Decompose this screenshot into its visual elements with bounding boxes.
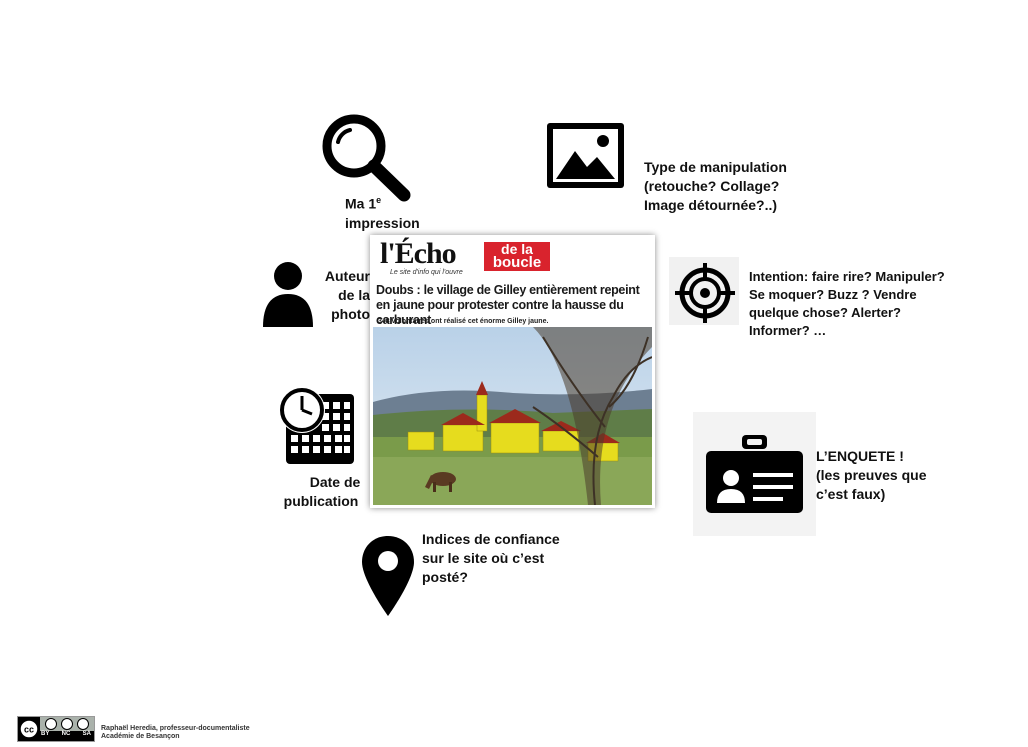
investigation-label: L’ENQUETE ! (les preuves que c’est faux) bbox=[816, 448, 927, 502]
first-impression-label: Ma 1e impression bbox=[345, 195, 420, 231]
creative-commons-badge: cc bbox=[17, 716, 95, 742]
calendar-clock-icon bbox=[279, 387, 354, 464]
date-label: Date de publication bbox=[283, 474, 361, 509]
author-credit: Raphaël Heredia, professeur-documentalis… bbox=[101, 725, 250, 740]
cc-tags: BY NC SA bbox=[41, 731, 91, 737]
newspaper-logo: l'Écho bbox=[380, 237, 457, 270]
newspaper-logo-box: de la boucle bbox=[484, 242, 550, 271]
cc-tag-by: BY bbox=[41, 731, 50, 737]
trust-label: Indices de confiance sur le site où c’es… bbox=[422, 531, 560, 585]
target-icon bbox=[675, 263, 735, 323]
map-pin-icon bbox=[362, 536, 414, 616]
newspaper-tagline: Le site d'info qui l'ouvre bbox=[390, 269, 463, 276]
article-subline: 348 volontaires ont réalisé cet énorme G… bbox=[378, 318, 549, 325]
news-article-card: l'Écho de la boucle Le site d'info qui l… bbox=[370, 235, 655, 508]
creative-commons-icon: cc bbox=[18, 717, 94, 741]
image-icon bbox=[547, 123, 624, 188]
svg-text:cc: cc bbox=[24, 725, 34, 735]
manipulation-label: Type de manipulation (retouche? Collage?… bbox=[644, 159, 787, 213]
id-badge-icon bbox=[706, 435, 803, 513]
article-photo bbox=[373, 327, 652, 505]
newspaper-masthead: l'Écho de la boucle Le site d'info qui l… bbox=[378, 237, 648, 279]
author-label: Auteur de la photo bbox=[324, 268, 370, 322]
cc-tag-nc: NC bbox=[61, 731, 71, 737]
intention-label: Intention: faire rire? Manipuler? Se moq… bbox=[749, 269, 945, 338]
cc-tag-sa: SA bbox=[82, 731, 91, 737]
